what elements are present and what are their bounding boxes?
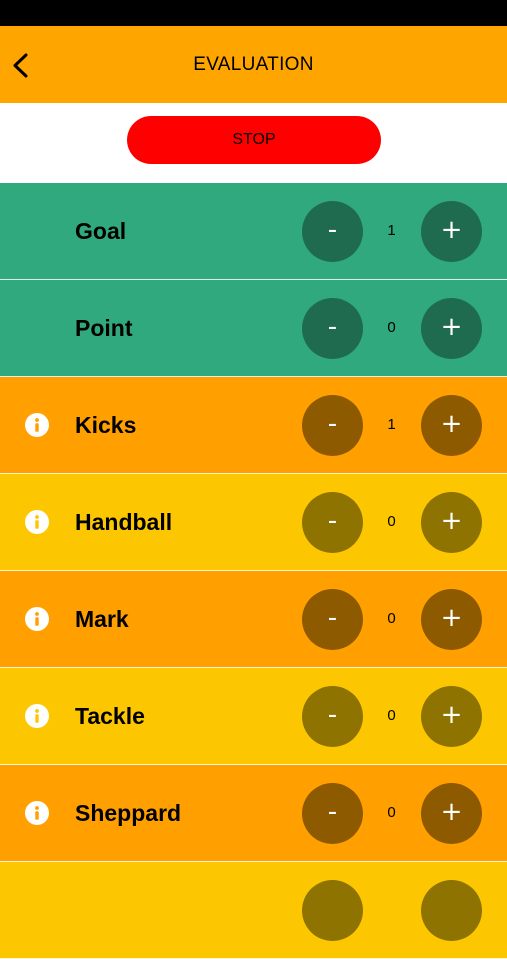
row-count: 0 xyxy=(387,513,396,530)
increment-button[interactable]: + xyxy=(421,686,482,747)
increment-button[interactable]: + xyxy=(421,492,482,553)
row-count: 0 xyxy=(387,804,396,821)
evaluation-row-sheppard: Sheppard - 0 + xyxy=(0,765,507,862)
decrement-button[interactable]: - xyxy=(302,395,363,456)
row-count: 1 xyxy=(387,416,396,433)
nav-bar: EVALUATION xyxy=(0,26,507,103)
page-title: EVALUATION xyxy=(193,54,314,75)
decrement-button[interactable]: - xyxy=(302,589,363,650)
row-label: Goal xyxy=(75,218,127,244)
evaluation-row-handball: Handball - 0 + xyxy=(0,474,507,571)
info-glyph xyxy=(35,806,39,820)
row-count: 0 xyxy=(387,610,396,627)
increment-button[interactable]: + xyxy=(421,201,482,262)
info-icon[interactable] xyxy=(25,413,49,437)
evaluation-row-tackle: Tackle - 0 + xyxy=(0,668,507,765)
info-icon[interactable] xyxy=(25,801,49,825)
row-count: 0 xyxy=(387,707,396,724)
status-bar xyxy=(0,0,507,26)
increment-button[interactable]: + xyxy=(421,298,482,359)
evaluation-row-mark: Mark - 0 + xyxy=(0,571,507,668)
row-count: 0 xyxy=(387,319,396,336)
evaluation-row-partial xyxy=(0,862,507,959)
evaluation-list: Goal - 1 + Point - 0 + Kicks - 1 + Handb… xyxy=(0,183,507,959)
increment-button[interactable]: + xyxy=(421,395,482,456)
info-glyph xyxy=(35,612,39,626)
info-glyph xyxy=(35,418,39,432)
stop-area: STOP xyxy=(0,103,507,183)
evaluation-row-point: Point - 0 + xyxy=(0,280,507,377)
decrement-button[interactable]: - xyxy=(302,298,363,359)
row-label: Point xyxy=(75,315,133,341)
increment-button[interactable] xyxy=(421,880,482,941)
increment-button[interactable]: + xyxy=(421,589,482,650)
info-icon[interactable] xyxy=(25,704,49,728)
info-glyph xyxy=(35,709,39,723)
decrement-button[interactable]: - xyxy=(302,201,363,262)
row-count xyxy=(362,862,421,958)
decrement-button[interactable]: - xyxy=(302,783,363,844)
info-icon[interactable] xyxy=(25,510,49,534)
decrement-button[interactable] xyxy=(302,880,363,941)
increment-button[interactable]: + xyxy=(421,783,482,844)
stop-button[interactable]: STOP xyxy=(127,116,381,164)
decrement-button[interactable]: - xyxy=(302,686,363,747)
evaluation-row-goal: Goal - 1 + xyxy=(0,183,507,280)
row-label: Mark xyxy=(75,606,129,632)
decrement-button[interactable]: - xyxy=(302,492,363,553)
row-count: 1 xyxy=(387,222,396,239)
row-label: Sheppard xyxy=(75,800,182,826)
row-label: Kicks xyxy=(75,412,137,438)
evaluation-row-kicks: Kicks - 1 + xyxy=(0,377,507,474)
row-label: Tackle xyxy=(75,703,145,729)
info-glyph xyxy=(35,515,39,529)
info-icon[interactable] xyxy=(25,607,49,631)
row-label: Handball xyxy=(75,509,173,535)
